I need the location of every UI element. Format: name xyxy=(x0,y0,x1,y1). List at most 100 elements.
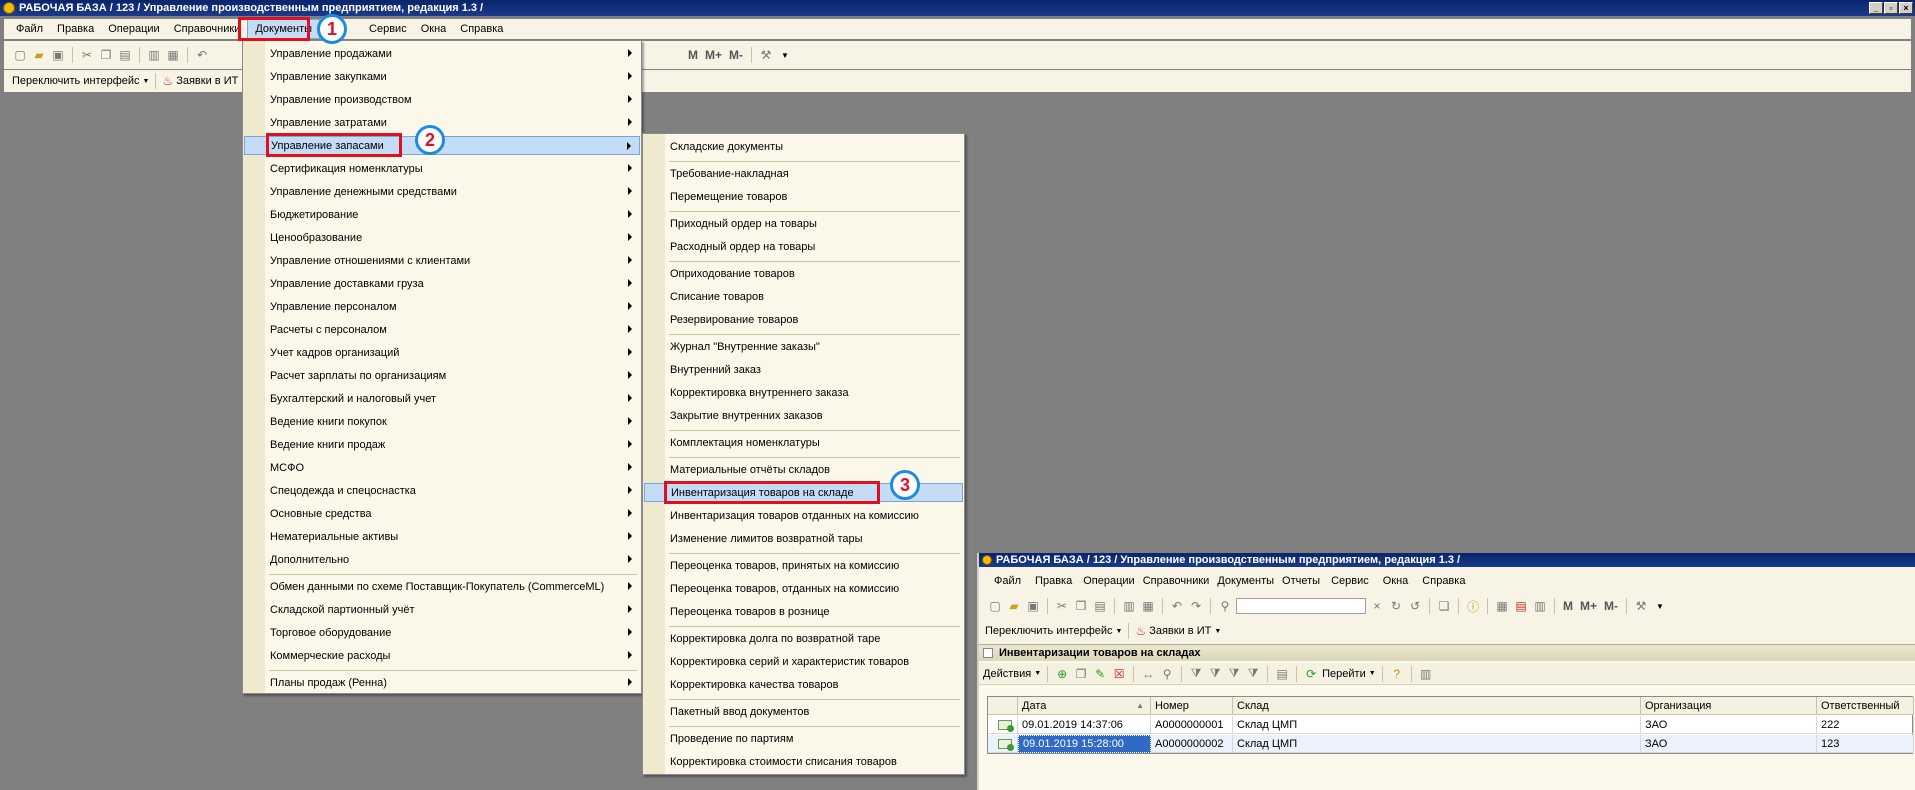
preview-icon[interactable]: ▦ xyxy=(1140,598,1156,614)
table-row-icon[interactable] xyxy=(988,716,1018,734)
table-icon[interactable]: ▥ xyxy=(1532,598,1548,614)
inventory-submenu-item[interactable]: Расходный ордер на товары xyxy=(644,237,963,256)
documents-menu-item[interactable]: Дополнительно xyxy=(244,550,640,569)
documents-menu-item[interactable]: Основные средства xyxy=(244,504,640,523)
documents-menu-item[interactable]: Бюджетирование xyxy=(244,205,640,224)
copy-icon[interactable]: ❐ xyxy=(1073,598,1089,614)
documents-menu-item[interactable]: Управление продажами xyxy=(244,44,640,63)
calculator-icon[interactable]: ▦ xyxy=(1494,598,1510,614)
menu-service[interactable]: Сервис xyxy=(362,19,414,39)
close-icon[interactable]: × xyxy=(1899,2,1913,14)
open-icon[interactable]: ▰ xyxy=(31,47,47,63)
table-cell-organization[interactable]: ЗАО xyxy=(1641,716,1817,734)
documents-menu-item[interactable]: Обмен данными по схеме Поставщик-Покупат… xyxy=(244,577,640,596)
wrench-icon[interactable]: ⚒ xyxy=(758,47,774,63)
minimize-icon[interactable]: _ xyxy=(1869,2,1883,14)
menu-help[interactable]: Справка xyxy=(1415,571,1472,591)
table-cell-date[interactable]: 09.01.2019 15:28:00 xyxy=(1018,735,1151,753)
memory-button[interactable]: M xyxy=(686,48,700,62)
menu-service[interactable]: Сервис xyxy=(1324,571,1376,591)
edit-icon[interactable]: ✎ xyxy=(1092,666,1108,682)
documents-menu-item[interactable]: Управление доставками груза xyxy=(244,274,640,293)
save-icon[interactable]: ▣ xyxy=(50,47,66,63)
documents-menu-item[interactable]: Управление производством xyxy=(244,90,640,109)
restore-icon[interactable]: ▫ xyxy=(1884,2,1898,14)
table-cell-responsible[interactable]: 222 xyxy=(1817,716,1914,734)
menu-windows[interactable]: Окна xyxy=(414,19,454,39)
inventory-submenu-item[interactable]: Корректировка стоимости списания товаров xyxy=(644,752,963,771)
documents-menu-item[interactable]: Планы продаж (Ренна) xyxy=(244,673,640,692)
documents-menu-item[interactable]: Управление денежными средствами xyxy=(244,182,640,201)
documents-menu-item[interactable]: Коммерческие расходы xyxy=(244,646,640,665)
inventory-submenu-item[interactable]: Складские документы xyxy=(644,137,963,156)
table-cell-organization[interactable]: ЗАО xyxy=(1641,735,1817,753)
inventory-submenu-item[interactable]: Пакетный ввод документов xyxy=(644,702,963,721)
inventory-submenu-item[interactable]: Требование-накладная xyxy=(644,164,963,183)
help-icon[interactable]: ? xyxy=(1389,666,1405,682)
info-icon[interactable]: ⓘ xyxy=(1465,598,1481,614)
documents-menu-item[interactable]: МСФО xyxy=(244,458,640,477)
documents-menu-item[interactable]: Управление персоналом xyxy=(244,297,640,316)
new-icon[interactable]: ▢ xyxy=(987,598,1003,614)
memory-button[interactable]: M xyxy=(1561,599,1575,613)
search-next-icon[interactable]: ↻ xyxy=(1388,598,1404,614)
inventory-submenu-item[interactable]: Комплектация номенклатуры xyxy=(644,433,963,452)
inventory-submenu-item[interactable]: Оприходование товаров xyxy=(644,264,963,283)
switch-interface-button[interactable]: Переключить интерфейс ▼ xyxy=(12,75,149,87)
redo-icon[interactable]: ↷ xyxy=(1188,598,1204,614)
interval-icon[interactable]: ↔ xyxy=(1140,666,1156,682)
print-icon[interactable]: ▥ xyxy=(1418,666,1434,682)
preview-icon[interactable]: ▦ xyxy=(165,47,181,63)
filter-icon[interactable]: ⧩ xyxy=(1188,666,1204,682)
inventory-submenu-item[interactable]: Журнал "Внутренние заказы" xyxy=(644,337,963,356)
column-header-number[interactable]: Номер xyxy=(1151,697,1233,715)
save-icon[interactable]: ▣ xyxy=(1025,598,1041,614)
table-cell-number[interactable]: А0000000001 xyxy=(1151,716,1233,734)
documents-menu-item[interactable]: Ценообразование xyxy=(244,228,640,247)
documents-menu-item[interactable]: Складской партионный учёт xyxy=(244,600,640,619)
menu-reports[interactable]: Отчеты xyxy=(1278,571,1324,591)
switch-interface-button[interactable]: Переключить интерфейс ▼ xyxy=(985,625,1122,637)
documents-menu-item[interactable]: Управление затратами xyxy=(244,113,640,132)
table-cell-date[interactable]: 09.01.2019 14:37:06 xyxy=(1018,716,1151,734)
chevron-down-icon[interactable]: ▼ xyxy=(777,47,793,63)
inventory-submenu-item[interactable]: Корректировка долга по возвратной таре xyxy=(644,629,963,648)
memory-minus-button[interactable]: M- xyxy=(1602,599,1620,613)
inventory-submenu-item[interactable]: Переоценка товаров, отданных на комиссию xyxy=(644,579,963,598)
column-header-organization[interactable]: Организация xyxy=(1641,697,1817,715)
documents-menu-item[interactable]: Ведение книги покупок xyxy=(244,412,640,431)
copy-row-icon[interactable]: ❐ xyxy=(1073,666,1089,682)
menu-edit[interactable]: Правка xyxy=(1028,571,1079,591)
chevron-down-icon[interactable]: ▼ xyxy=(1652,598,1668,614)
filter-clear-icon[interactable]: ⧩ xyxy=(1245,666,1261,682)
memory-minus-button[interactable]: M- xyxy=(727,48,745,62)
inventory-submenu-item[interactable]: Переоценка товаров, принятых на комиссию xyxy=(644,556,963,575)
windows-icon[interactable]: ❏ xyxy=(1436,598,1452,614)
undo-icon[interactable]: ↶ xyxy=(1169,598,1185,614)
documents-menu-item[interactable]: Сертификация номенклатуры xyxy=(244,159,640,178)
inventory-submenu-item[interactable]: Корректировка внутреннего заказа xyxy=(644,383,963,402)
memory-plus-button[interactable]: M+ xyxy=(703,48,724,62)
menu-documents[interactable]: Документы xyxy=(1213,571,1278,591)
delete-icon[interactable]: ☒ xyxy=(1111,666,1127,682)
cut-icon[interactable]: ✂ xyxy=(79,47,95,63)
requests-it-button[interactable]: ♨ Заявки в ИТ ▼ xyxy=(1135,624,1221,638)
documents-menu-item[interactable]: Бухгалтерский и налоговый учет xyxy=(244,389,640,408)
documents-menu-item[interactable]: Ведение книги продаж xyxy=(244,435,640,454)
open-icon[interactable]: ▰ xyxy=(1006,598,1022,614)
structure-icon[interactable]: ▤ xyxy=(1274,666,1290,682)
memory-plus-button[interactable]: M+ xyxy=(1578,599,1599,613)
menu-file[interactable]: Файл xyxy=(9,19,50,39)
documents-menu-item[interactable]: Управление отношениями с клиентами xyxy=(244,251,640,270)
menu-edit[interactable]: Правка xyxy=(50,19,101,39)
inventory-submenu-item[interactable]: Приходный ордер на товары xyxy=(644,214,963,233)
cut-icon[interactable]: ✂ xyxy=(1054,598,1070,614)
search-input[interactable] xyxy=(1236,598,1366,614)
documents-menu-item[interactable]: Нематериальные активы xyxy=(244,527,640,546)
inventory-submenu-item[interactable]: Внутренний заказ xyxy=(644,360,963,379)
menu-windows[interactable]: Окна xyxy=(1376,571,1416,591)
copy-icon[interactable]: ❐ xyxy=(98,47,114,63)
table-cell-responsible[interactable]: 123 xyxy=(1817,735,1914,753)
paste-icon[interactable]: ▤ xyxy=(117,47,133,63)
inventory-submenu-item[interactable]: Изменение лимитов возвратной тары xyxy=(644,529,963,548)
